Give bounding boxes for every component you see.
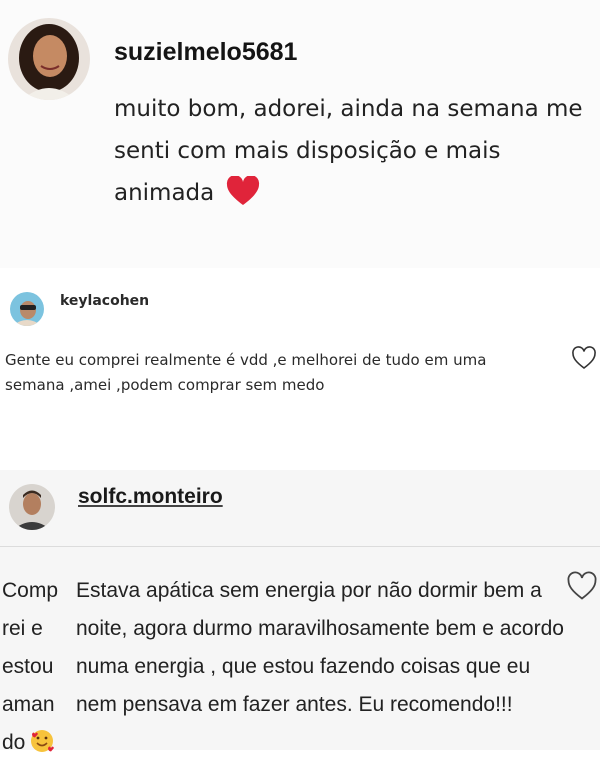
comment-text: Gente eu comprei realmente é vdd ,e melh… xyxy=(5,351,487,394)
comment-text: muito bom, adorei, ainda na semana me se… xyxy=(114,96,583,206)
fragment-line: rei e xyxy=(2,617,43,640)
fragment-line: Comp xyxy=(2,579,59,602)
comment-text: Estava apática sem energia por não dormi… xyxy=(76,579,564,716)
avatar[interactable] xyxy=(9,484,55,530)
avatar[interactable] xyxy=(8,18,90,100)
overlapping-comment-fragment: Comp rei e estou aman do xyxy=(2,572,68,762)
heart-outline-icon[interactable] xyxy=(571,346,597,370)
username[interactable]: suzielmelo5681 xyxy=(114,38,297,67)
smiling-face-with-hearts-icon xyxy=(29,728,55,754)
avatar[interactable] xyxy=(10,292,44,326)
comment-1: suzielmelo5681 muito bom, adorei, ainda … xyxy=(0,0,600,268)
username[interactable]: solfc.monteiro xyxy=(78,485,223,509)
divider xyxy=(0,546,600,547)
username[interactable]: keylacohen xyxy=(60,293,149,309)
fragment-line: aman xyxy=(2,693,55,716)
fragment-line: estou xyxy=(2,655,54,678)
heart-outline-icon[interactable] xyxy=(566,571,598,601)
red-heart-icon xyxy=(226,175,260,206)
fragment-line: do xyxy=(2,724,68,762)
